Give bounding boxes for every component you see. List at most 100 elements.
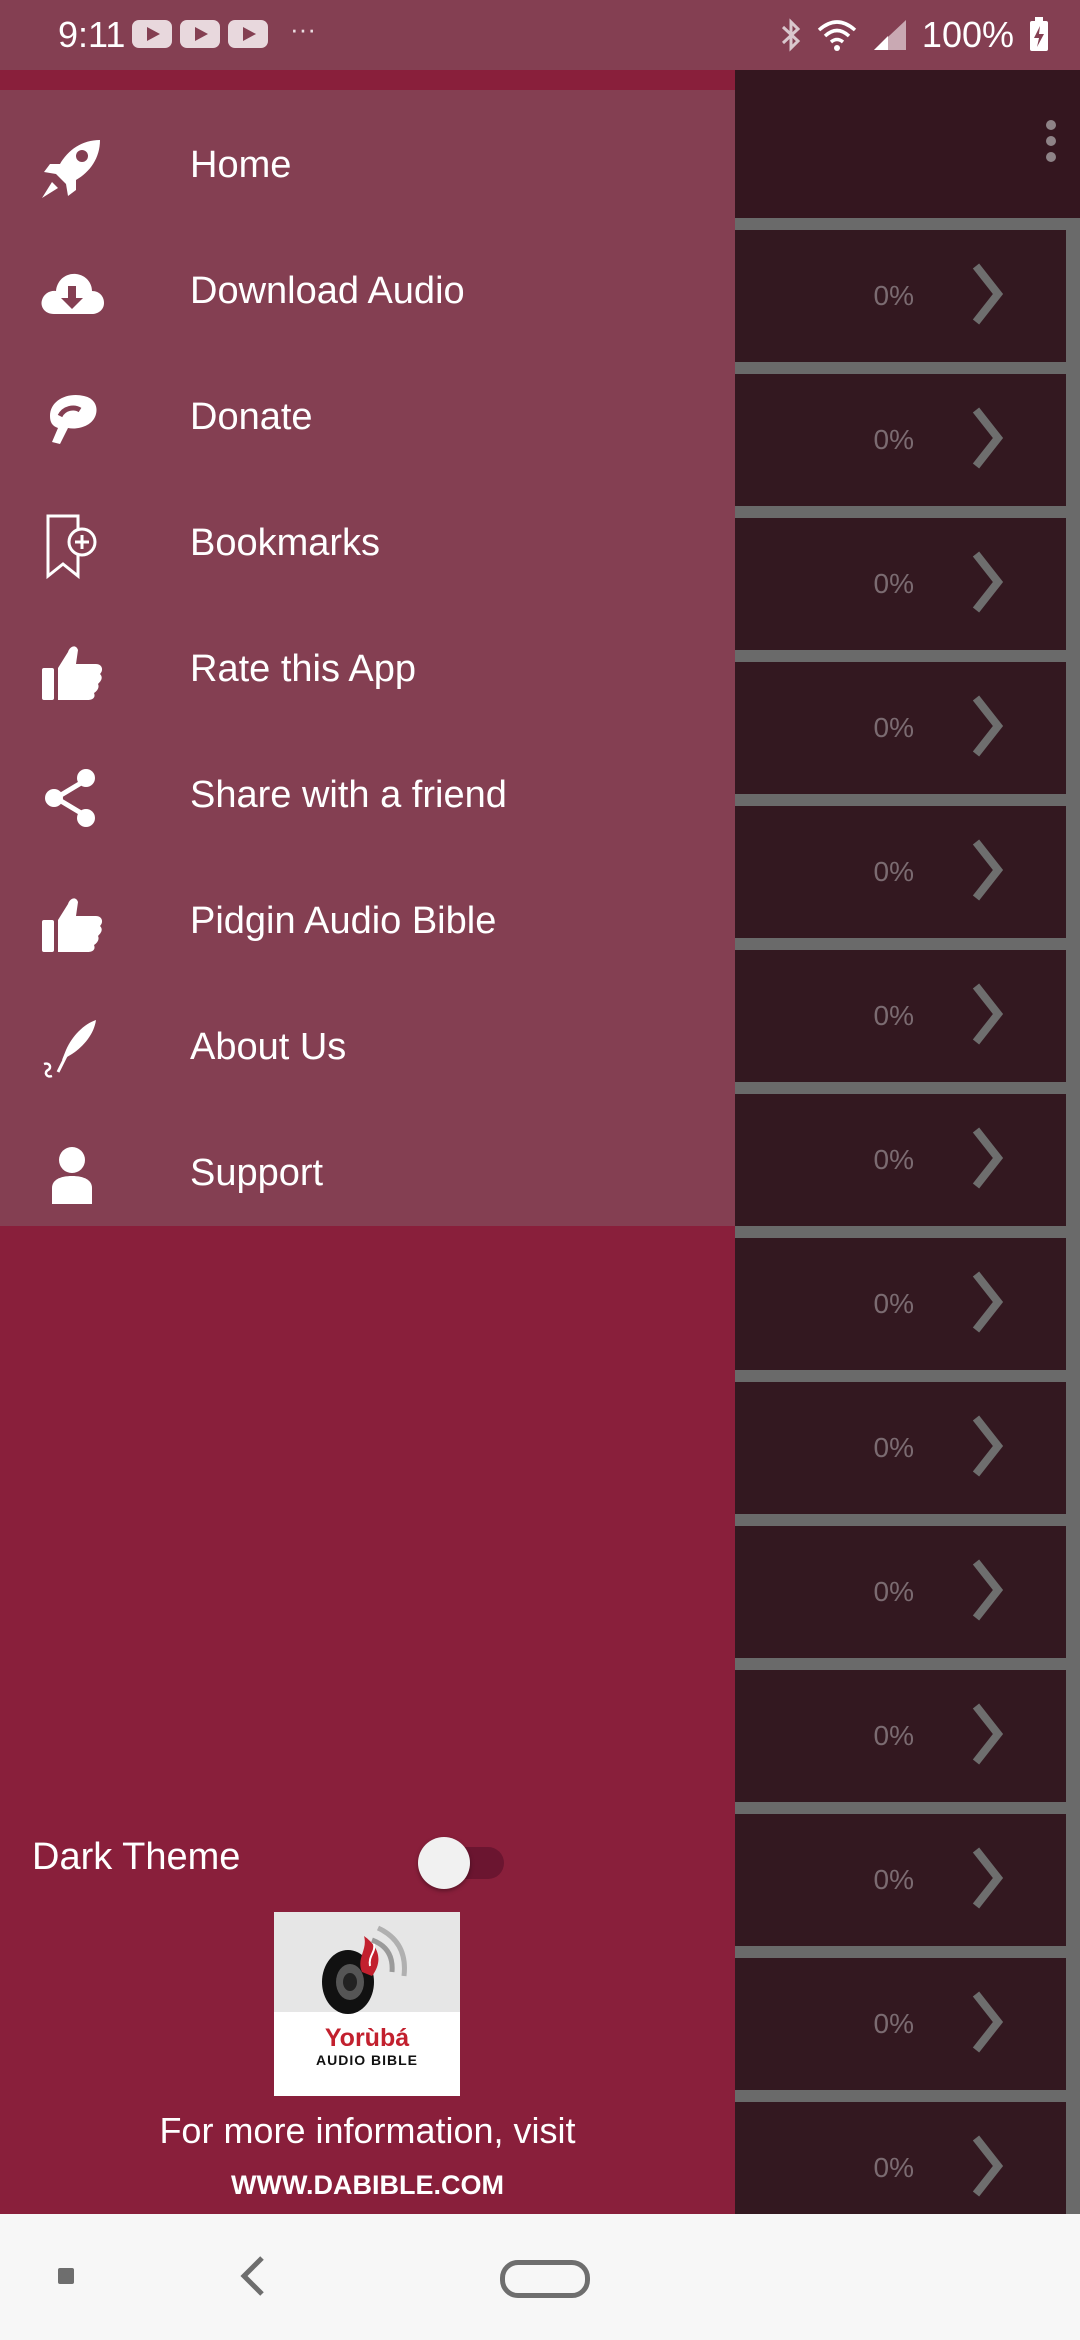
book-list-row[interactable]: 0% <box>735 1958 1066 2090</box>
chevron-right-icon <box>972 407 1004 469</box>
progress-percent: 0% <box>873 1864 914 1895</box>
bookmark-add-icon <box>46 514 97 580</box>
status-right: 100% <box>780 14 1050 56</box>
chevron-right-icon <box>972 1415 1004 1477</box>
book-list-row[interactable]: 0% <box>735 1382 1066 1514</box>
chevron-right-icon <box>972 1127 1004 1189</box>
quill-pen-icon <box>43 1020 96 1078</box>
menu-item-bookmarks[interactable]: Bookmarks <box>0 482 735 608</box>
donate-icon <box>50 394 97 444</box>
drawer-menu: Home Download Audio Donate Bookmarks Rat… <box>0 90 735 1226</box>
chevron-right-icon <box>972 695 1004 757</box>
youtube-icon <box>132 20 172 48</box>
chevron-right-icon <box>972 1847 1004 1909</box>
rocket-icon <box>42 140 100 198</box>
battery-charging-icon <box>1030 17 1048 51</box>
chevron-right-icon <box>972 263 1004 325</box>
website-link[interactable]: WWW.DABIBLE.COM <box>0 2170 735 2201</box>
logo-subtitle: AUDIO BIBLE <box>316 2052 418 2068</box>
cloud-download-icon <box>41 273 104 314</box>
youtube-icon <box>228 20 268 48</box>
progress-percent: 0% <box>873 856 914 887</box>
info-text: For more information, visit <box>159 2110 576 2151</box>
toggle-thumb <box>418 1837 470 1889</box>
menu-item-label: Share with a friend <box>190 774 507 816</box>
menu-item-label: Bookmarks <box>190 522 381 564</box>
progress-percent: 0% <box>873 568 914 599</box>
status-time: 9:11 <box>58 14 126 55</box>
status-bar: 9:11 ··· 100% <box>0 0 1080 70</box>
book-list-row[interactable]: 0% <box>735 806 1066 938</box>
dark-theme-label: Dark Theme <box>32 1836 241 1878</box>
back-button[interactable] <box>238 2254 268 2298</box>
battery-level: 100% <box>921 14 1014 55</box>
book-list-row[interactable]: 0% <box>735 1238 1066 1370</box>
progress-percent: 0% <box>873 424 914 455</box>
home-button[interactable] <box>500 2260 590 2298</box>
chevron-right-icon <box>972 1559 1004 1621</box>
dark-theme-toggle[interactable] <box>418 1837 508 1889</box>
progress-percent: 0% <box>873 1720 914 1751</box>
menu-item-label: Download Audio <box>190 270 465 312</box>
book-list-row[interactable]: 0% <box>735 1670 1066 1802</box>
book-list-row[interactable]: 0% <box>735 374 1066 506</box>
chevron-right-icon <box>972 839 1004 901</box>
menu-item-donate[interactable]: Donate <box>0 356 735 482</box>
menu-item-download-audio[interactable]: Download Audio <box>0 230 735 356</box>
menu-item-label: Pidgin Audio Bible <box>190 900 497 942</box>
menu-item-pidgin-audio-bible[interactable]: Pidgin Audio Bible <box>0 860 735 986</box>
progress-percent: 0% <box>873 712 914 743</box>
chevron-right-icon <box>972 1271 1004 1333</box>
book-list-row[interactable]: 0% <box>735 950 1066 1082</box>
menu-item-label: Donate <box>190 396 313 438</box>
menu-item-label: Support <box>190 1152 324 1194</box>
bluetooth-icon <box>781 18 801 52</box>
book-list-row[interactable]: 0% <box>735 1526 1066 1658</box>
menu-item-label: About Us <box>190 1026 347 1068</box>
recents-button[interactable] <box>58 2268 74 2284</box>
thumbs-up-icon <box>42 646 103 700</box>
chevron-right-icon <box>972 2135 1004 2197</box>
progress-percent: 0% <box>873 2152 914 2183</box>
progress-percent: 0% <box>873 280 914 311</box>
wifi-icon <box>817 20 857 51</box>
share-icon <box>45 769 95 827</box>
thumbs-up-icon <box>42 898 103 952</box>
progress-percent: 0% <box>873 2008 914 2039</box>
chevron-right-icon <box>972 551 1004 613</box>
menu-item-label: Home <box>190 144 292 186</box>
menu-item-about-us[interactable]: About Us <box>0 986 735 1112</box>
book-list-row[interactable]: 0% <box>735 662 1066 794</box>
menu-item-support[interactable]: Support <box>0 1112 735 1238</box>
signal-icon <box>873 20 906 50</box>
youtube-icon <box>180 20 220 48</box>
navigation-drawer: Home Download Audio Donate Bookmarks Rat… <box>0 70 735 2214</box>
chevron-right-icon <box>972 1991 1004 2053</box>
book-list-row[interactable]: 0% <box>735 1814 1066 1946</box>
menu-item-home[interactable]: Home <box>0 104 735 230</box>
app-toolbar <box>735 70 1080 218</box>
menu-item-share[interactable]: Share with a friend <box>0 734 735 860</box>
menu-item-label: Rate this App <box>190 648 417 690</box>
yoruba-audio-bible-logo: Yorùbá AUDIO BIBLE <box>274 1912 460 2096</box>
progress-percent: 0% <box>873 1000 914 1031</box>
progress-percent: 0% <box>873 1576 914 1607</box>
chevron-right-icon <box>972 983 1004 1045</box>
progress-percent: 0% <box>873 1144 914 1175</box>
chevron-right-icon <box>972 1703 1004 1765</box>
book-list-rows: 0% 0% 0% 0% 0% 0% 0% 0% 0% 0% 0% 0% 0% 0% <box>735 230 1066 2246</box>
book-list-row[interactable]: 0% <box>735 230 1066 362</box>
drawer-header-band <box>0 70 735 90</box>
speaker-flame-icon <box>322 1925 407 2014</box>
notification-overflow: ··· <box>290 14 316 44</box>
progress-percent: 0% <box>873 1288 914 1319</box>
person-icon <box>52 1147 92 1204</box>
system-navigation-bar <box>0 2214 1080 2340</box>
menu-item-rate-app[interactable]: Rate this App <box>0 608 735 734</box>
book-list-row[interactable]: 0% <box>735 518 1066 650</box>
book-list: 0% 0% 0% 0% 0% 0% 0% 0% 0% 0% 0% 0% 0% 0% <box>735 218 1080 2234</box>
more-options-icon[interactable] <box>1046 120 1058 168</box>
logo-title: Yorùbá <box>324 2024 410 2052</box>
progress-percent: 0% <box>873 1432 914 1463</box>
book-list-row[interactable]: 0% <box>735 1094 1066 1226</box>
